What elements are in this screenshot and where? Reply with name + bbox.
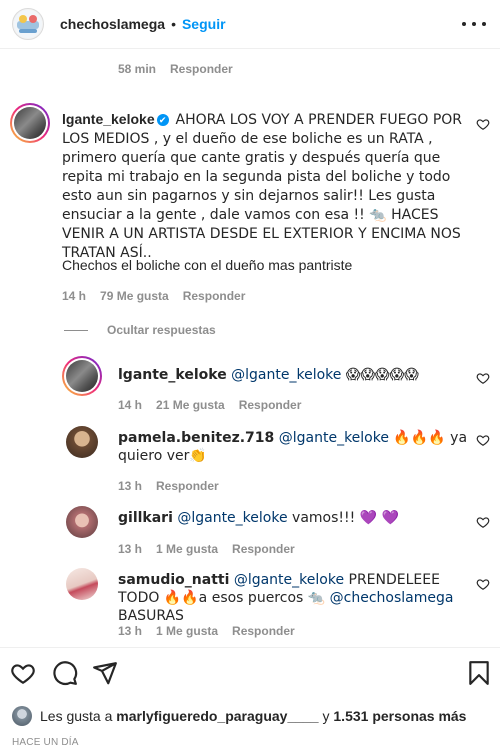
reply-body-end: BASURAS [118,608,184,624]
main-comment-meta: 14 h 79 Me gusta Responder [62,289,259,303]
comment-time: 14 h [62,289,87,303]
reply-time: 13 h [118,624,143,638]
verified-badge-icon: ✔ [156,114,169,126]
reply-button[interactable]: Responder [232,624,295,638]
reply-text: lgante_keloke @lgante_keloke 😱😱😱😱😱 [118,366,468,384]
reply-text: pamela.benitez.718 @lgante_keloke 🔥🔥🔥 ya… [118,429,468,465]
like-comment-heart-icon[interactable] [476,117,490,131]
brand-logo-icon [14,10,42,38]
liker-username[interactable]: marlyfigueredo_paraguay____ [116,708,318,724]
comment-icon[interactable] [52,660,78,686]
reply-time: 13 h [118,479,143,493]
reply-username[interactable]: pamela.benitez.718 [118,430,274,446]
comment-body: AHORA LOS VOY A PRENDER FUEGO POR LOS ME… [62,112,463,261]
reply-username[interactable]: gillkari [118,510,173,526]
reply-button[interactable]: Responder [156,479,219,493]
author-username[interactable]: chechoslamega [60,16,165,32]
main-comment-text: lgante_keloke ✔ AHORA LOS VOY A PRENDER F… [62,110,474,262]
comment-time: 58 min [118,62,157,76]
reply-likes-count[interactable]: 1 Me gusta [156,542,218,556]
author-avatar[interactable] [12,8,44,40]
reply-mention[interactable]: @lgante_keloke [279,430,389,446]
reply-time: 13 h [118,542,143,556]
reply-likes-count[interactable]: 1 Me gusta [156,624,218,638]
post-timestamp[interactable]: HACE UN DÍA [12,737,79,748]
commenter-avatar[interactable] [10,103,50,143]
reply-avatar[interactable] [66,426,98,458]
comment-second-paragraph: Chechos el boliche con el dueño mas pant… [62,257,353,273]
reply-mention-secondary[interactable]: @chechoslamega [330,590,454,606]
like-reply-heart-icon[interactable] [476,515,490,529]
likes-middle: y [322,708,330,724]
reply-button[interactable]: Responder [170,62,233,76]
reply-meta: 13 h Responder [118,479,233,493]
likes-others-count[interactable]: 1.531 personas más [333,708,466,724]
reply-mention[interactable]: @lgante_keloke [231,367,341,383]
heart-icon[interactable] [10,660,36,686]
reply-avatar[interactable] [62,356,102,396]
reply-mention[interactable]: @lgante_keloke [234,572,344,588]
reply-username[interactable]: lgante_keloke [118,367,227,383]
hide-replies-button[interactable]: Ocultar respuestas [107,323,216,337]
reply-button[interactable]: Responder [183,289,246,303]
reply-mention[interactable]: @lgante_keloke [177,510,287,526]
bookmark-icon[interactable] [466,660,492,686]
share-icon[interactable] [92,660,118,686]
reply-avatar[interactable] [66,506,98,538]
like-reply-heart-icon[interactable] [476,577,490,591]
actions-divider [0,647,500,648]
more-options-icon[interactable] [462,14,486,34]
comment-likes-count[interactable]: 79 Me gusta [100,289,169,303]
like-reply-heart-icon[interactable] [476,433,490,447]
liker-avatar[interactable] [12,706,32,726]
replies-divider-line [64,330,88,331]
like-reply-heart-icon[interactable] [476,371,490,385]
header-divider [0,48,500,49]
reply-body: 😱😱😱😱😱 [345,367,419,383]
commenter-username[interactable]: lgante_keloke [62,111,155,127]
reply-body: vamos!!! 💜 💜 [292,510,399,526]
reply-username[interactable]: samudio_natti [118,572,229,588]
reply-meta: 13 h 1 Me gusta Responder [118,542,309,556]
reply-text: gillkari @lgante_keloke vamos!!! 💜 💜 [118,509,468,527]
post-actions-bar [0,660,500,690]
header-separator: • [171,16,176,32]
reply-likes-count[interactable]: 21 Me gusta [156,398,225,412]
reply-text: samudio_natti @lgante_keloke PRENDELEEE … [118,571,468,625]
likes-prefix: Les gusta a [40,708,113,724]
reply-button[interactable]: Responder [239,398,302,412]
reply-meta: 13 h 1 Me gusta Responder [118,624,309,638]
likes-summary: Les gusta a marlyfigueredo_paraguay____ … [12,706,466,726]
reply-meta: 14 h 21 Me gusta Responder [118,398,315,412]
post-header: chechoslamega • Seguir [0,0,500,48]
reply-avatar[interactable] [66,568,98,600]
prev-comment-meta: 58 min Responder [118,62,247,76]
follow-button[interactable]: Seguir [182,16,226,32]
reply-time: 14 h [118,398,143,412]
reply-button[interactable]: Responder [232,542,295,556]
